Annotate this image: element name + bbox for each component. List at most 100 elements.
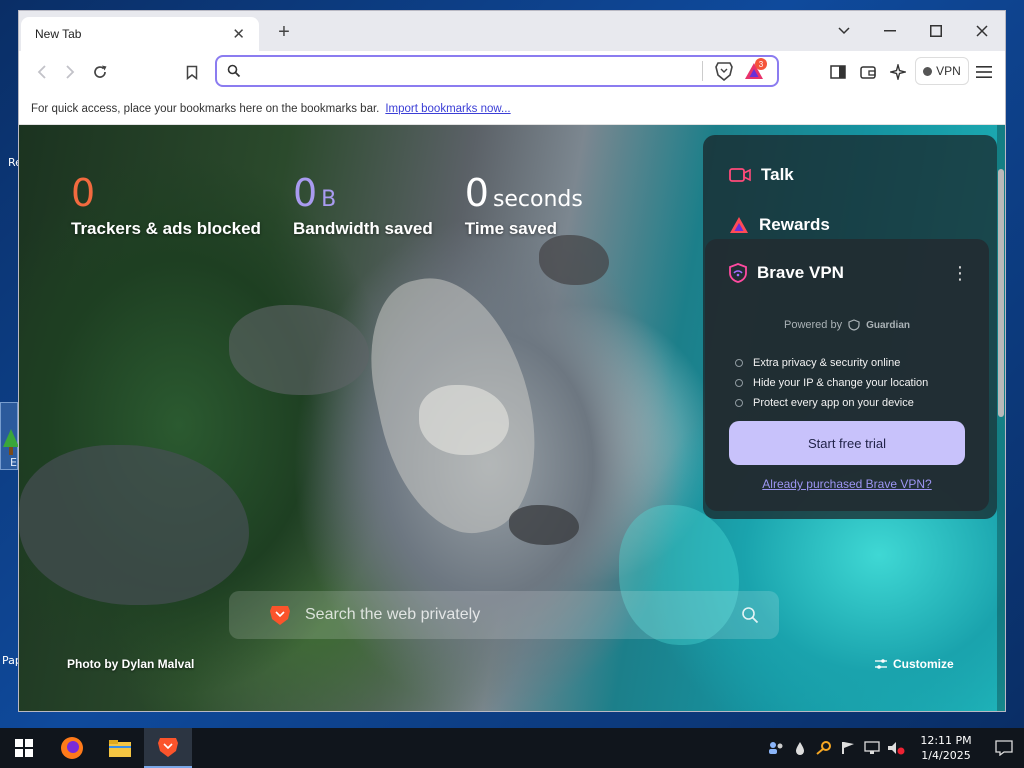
window-controls: [821, 11, 1005, 51]
vpn-card-title: Brave VPN: [757, 263, 844, 282]
powered-by: Powered by Guardian: [705, 319, 989, 331]
firefox-icon: [61, 737, 83, 759]
taskbar-firefox[interactable]: [48, 728, 96, 768]
customize-label: Customize: [893, 657, 954, 671]
vpn-card-header: Brave VPN: [729, 263, 844, 283]
vpn-feature: Extra privacy & security online: [735, 353, 928, 373]
brave-vpn-shield-icon: [729, 263, 747, 283]
action-center-flag-icon[interactable]: [836, 728, 860, 768]
import-bookmarks-link[interactable]: Import bookmarks now...: [385, 103, 510, 115]
background-rock: [19, 445, 249, 605]
leo-ai-button[interactable]: [885, 59, 911, 85]
background-rock: [509, 505, 579, 545]
vpn-feature-text: Protect every app on your device: [753, 397, 914, 409]
sidebar-icon: [830, 65, 846, 79]
clock-date: 1/4/2025: [921, 749, 971, 762]
reload-button[interactable]: [87, 59, 113, 85]
guardian-shield-icon: [848, 319, 860, 331]
taskbar-file-explorer[interactable]: [96, 728, 144, 768]
time-count: 0: [464, 171, 489, 215]
customize-button[interactable]: Customize: [875, 657, 954, 671]
bandwidth-unit: B: [321, 187, 337, 212]
clock-time: 12:11 PM: [920, 734, 972, 747]
new-tab-button[interactable]: +: [271, 19, 297, 45]
close-window-button[interactable]: [959, 11, 1005, 51]
web-search-input[interactable]: [305, 606, 741, 624]
background-rock: [539, 235, 609, 285]
hamburger-menu-icon: [976, 66, 992, 78]
windows-logo-icon: [15, 739, 33, 757]
people-icon[interactable]: [764, 728, 788, 768]
web-search-box[interactable]: [229, 591, 779, 639]
talk-camera-icon: [729, 168, 751, 182]
vpn-feature-text: Extra privacy & security online: [753, 357, 901, 369]
wallet-icon: [860, 66, 876, 79]
vpn-card-more-icon[interactable]: ⋮: [951, 263, 969, 284]
address-separator: [702, 61, 703, 81]
stat-bandwidth: 0B Bandwidth saved: [293, 171, 433, 239]
reload-icon: [94, 65, 107, 78]
time-label: Time saved: [464, 219, 558, 238]
address-input[interactable]: [249, 59, 694, 83]
desktop-icon-selected[interactable]: [0, 402, 19, 470]
check-circle-icon: [735, 399, 743, 407]
minimize-button[interactable]: [867, 11, 913, 51]
rewards-widget[interactable]: Rewards: [729, 215, 830, 235]
tab-new-tab[interactable]: New Tab ✕: [21, 17, 259, 51]
bookmark-button[interactable]: [179, 59, 205, 85]
guardian-label: Guardian: [866, 319, 910, 331]
sidebar-toggle-button[interactable]: [825, 59, 851, 85]
already-purchased-link[interactable]: Already purchased Brave VPN?: [705, 477, 989, 491]
recycle-tree-icon: [3, 429, 19, 455]
new-tab-page: 0 Trackers & ads blocked 0B Bandwidth sa…: [19, 125, 1005, 711]
vpn-feature-text: Hide your IP & change your location: [753, 377, 929, 389]
rewards-triangle-icon: [730, 217, 748, 233]
start-button[interactable]: [0, 728, 48, 768]
talk-widget[interactable]: Talk: [729, 165, 794, 185]
brave-lion-logo-icon: [270, 606, 290, 625]
bookmarks-bar: For quick access, place your bookmarks h…: [19, 93, 1005, 125]
vpn-toolbar-button[interactable]: VPN: [915, 57, 969, 85]
vpn-status-icon: [923, 66, 933, 76]
powered-by-label: Powered by: [784, 319, 843, 331]
page-scrollbar[interactable]: [997, 125, 1005, 711]
bandwidth-count: 0: [292, 171, 318, 215]
network-icon[interactable]: [860, 728, 884, 768]
widget-panel: Talk Rewards Brave VPN ⋮ Powered by Guar…: [703, 135, 997, 519]
back-button[interactable]: [29, 59, 55, 85]
taskbar-brave[interactable]: [144, 728, 192, 768]
notifications-icon[interactable]: [984, 728, 1024, 768]
bookmark-icon: [186, 65, 198, 80]
brave-shields-lion-icon: [715, 62, 733, 81]
folder-icon: [109, 740, 131, 757]
photo-credit[interactable]: Photo by Dylan Malval: [67, 657, 194, 671]
tab-close-icon[interactable]: ✕: [232, 25, 245, 43]
main-menu-button[interactable]: [971, 59, 997, 85]
stat-time: 0 seconds Time saved: [465, 171, 583, 239]
title-bar: New Tab ✕ +: [19, 11, 1005, 51]
vpn-label: VPN: [936, 64, 961, 78]
search-icon: [227, 64, 241, 78]
trackers-count: 0: [71, 171, 96, 215]
browser-window: New Tab ✕ + 3 VPN For quick access, plac…: [18, 10, 1006, 712]
volume-muted-icon[interactable]: [884, 728, 908, 768]
vpn-feature: Protect every app on your device: [735, 393, 928, 413]
tab-search-chevron-icon[interactable]: [821, 11, 867, 51]
maximize-button[interactable]: [913, 11, 959, 51]
droplet-icon[interactable]: [788, 728, 812, 768]
brave-rewards-button[interactable]: 3: [737, 58, 771, 84]
start-free-trial-button[interactable]: Start free trial: [729, 421, 965, 465]
brave-shields-button[interactable]: [711, 58, 737, 84]
forward-arrow-icon: [66, 65, 75, 79]
taskbar: 12:11 PM 1/4/2025: [0, 728, 1024, 768]
brave-icon: [158, 738, 178, 757]
scrollbar-thumb[interactable]: [998, 169, 1004, 417]
toolbar: 3 VPN: [19, 51, 1005, 93]
sliders-icon: [875, 659, 887, 669]
wallet-button[interactable]: [855, 59, 881, 85]
taskbar-clock[interactable]: 12:11 PM 1/4/2025: [908, 733, 984, 763]
key-icon[interactable]: [812, 728, 836, 768]
address-bar[interactable]: 3: [215, 55, 779, 87]
background-rock: [229, 305, 369, 395]
forward-button[interactable]: [57, 59, 83, 85]
